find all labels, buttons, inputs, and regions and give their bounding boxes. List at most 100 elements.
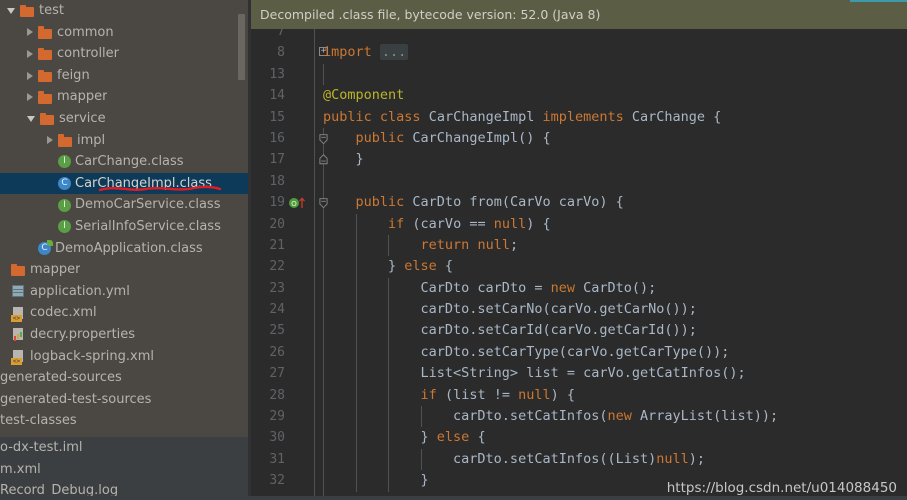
code-line[interactable]: 31 carDto.setCatInfos((List)null); (251, 448, 907, 471)
line-number: 32 (269, 473, 285, 489)
project-tree-overflow[interactable]: o-dx-test.iml m.xml Record_Debug.log (0, 437, 251, 500)
code-line[interactable]: 21 return null; (251, 234, 907, 257)
code-line[interactable]: 30 } else { (251, 427, 907, 449)
chevron-down-icon[interactable] (7, 7, 15, 14)
tree-item-label: test (39, 3, 64, 18)
line-number: 14 (269, 88, 285, 104)
tree-item[interactable]: DemoCarService.class (0, 194, 251, 216)
code-line[interactable]: 8 + import ... (251, 42, 907, 63)
tree-item-label: CarChange.class (75, 154, 184, 170)
code-lines[interactable]: 7 8 + import ... 13 14 @Component 15 public clas… (251, 29, 907, 500)
code-text: public class CarChangeImpl implements Ca… (323, 108, 722, 125)
code-text: carDto.setCatInfos(new ArrayList(list)); (323, 408, 779, 425)
tree-item[interactable]: CarChange.class (0, 151, 251, 173)
tree-item[interactable]: mapper (0, 259, 251, 281)
code-line[interactable]: 7 (251, 29, 907, 42)
chevron-right-icon[interactable] (27, 93, 33, 102)
code-line[interactable]: 14 @Component (251, 85, 907, 106)
code-line[interactable]: 13 (251, 63, 907, 86)
line-number: 13 (269, 66, 285, 82)
tree-item[interactable]: generated-test-sources (0, 389, 251, 411)
code-text: } else { (323, 429, 486, 446)
class-icon (58, 177, 71, 191)
line-number: 7 (277, 29, 285, 39)
code-line[interactable]: 26 carDto.setCarType(carVo.getCarType())… (251, 341, 907, 364)
tree-item[interactable]: m.xml (0, 459, 251, 481)
tree-item[interactable]: common (0, 22, 251, 44)
code-line[interactable]: 23 CarDto carDto = new CarDto(); (251, 277, 907, 300)
xml-file-icon (11, 349, 26, 365)
chevron-right-icon[interactable] (27, 49, 33, 58)
tree-item[interactable]: controller (0, 43, 251, 65)
line-number: 19 (269, 195, 285, 211)
tree-item[interactable]: impl (0, 130, 251, 152)
code-line[interactable]: 15 public class CarChangeImpl implements … (251, 107, 907, 128)
tree-item[interactable]: DemoApplication.class (0, 238, 251, 260)
code-line[interactable]: 29 carDto.setCatInfos(new ArrayList(list… (251, 406, 907, 428)
tree-item[interactable]: generated-sources (0, 367, 251, 389)
line-number: 20 (269, 216, 285, 232)
properties-file-icon (11, 327, 26, 342)
watermark: https://blog.csdn.net/u014088450 (666, 480, 897, 496)
code-line[interactable]: 18 (251, 170, 907, 193)
line-number: 28 (269, 387, 285, 403)
xml-file-icon (11, 306, 26, 322)
project-tool-window[interactable]: test common controller feign mapper service im… (0, 0, 251, 500)
implements-method-icon[interactable]: O (289, 197, 309, 209)
tree-item[interactable]: test (0, 0, 251, 22)
tree-item-label: mapper (30, 262, 81, 278)
code-line[interactable]: 22 } else { (251, 256, 907, 278)
chevron-right-icon[interactable] (47, 136, 53, 145)
line-number: 16 (269, 130, 285, 146)
status-bar-strip (0, 496, 907, 500)
tree-item[interactable]: feign (0, 65, 251, 87)
tree-item-label: DemoApplication.class (55, 240, 203, 256)
code-line[interactable]: 28 if (list != null) { (251, 384, 907, 407)
tree-item[interactable]: decry.properties (0, 324, 251, 346)
code-text: import ... (323, 44, 409, 61)
line-number: 25 (269, 323, 285, 339)
code-line[interactable]: 19 O public CarDto from(CarVo carVo) { (251, 192, 907, 214)
folder-icon (40, 111, 55, 126)
code-text: public CarChangeImpl() { (355, 129, 551, 146)
code-line[interactable]: 20 if (carVo == null) { (251, 213, 907, 235)
code-line[interactable]: 24 carDto.setCarNo(carVo.getCarNo()); (251, 299, 907, 321)
tree-item[interactable]: o-dx-test.iml (0, 437, 251, 459)
tree-item[interactable]: test-classes (0, 410, 251, 432)
chevron-right-icon[interactable] (27, 71, 33, 80)
line-number: 21 (269, 237, 285, 253)
tree-item-label: common (57, 24, 114, 40)
editor-pane[interactable]: Decompiled .class file, bytecode version… (251, 0, 907, 500)
folder-icon (38, 46, 53, 61)
project-tree-scrollbar[interactable] (238, 14, 245, 80)
code-text: carDto.setCarType(carVo.getCarType()); (323, 343, 730, 360)
code-line[interactable]: 25 carDto.setCarId(carVo.getCarId()); (251, 320, 907, 342)
tree-item-label: service (59, 110, 106, 126)
tree-item[interactable]: service (0, 108, 251, 130)
code-line[interactable]: 17 } (251, 149, 907, 171)
code-line[interactable]: 27 List<String> list = carVo.getCatInfos… (251, 363, 907, 385)
tree-item-label: CarChangeImpl.class (75, 175, 212, 191)
chevron-down-icon[interactable] (27, 115, 35, 122)
tree-item-selected[interactable]: CarChangeImpl.class (0, 172, 251, 195)
code-line[interactable]: 16 public CarChangeImpl() { (251, 127, 907, 150)
line-number: 26 (269, 344, 285, 360)
tree-item-label: controller (57, 46, 120, 62)
folder-icon (38, 90, 53, 105)
tree-item[interactable]: logback-spring.xml (0, 346, 251, 368)
chevron-right-icon[interactable] (27, 28, 33, 37)
tree-item-label: DemoCarService.class (75, 197, 221, 213)
line-number: 23 (269, 280, 285, 296)
code-text: List<String> list = carVo.getCatInfos(); (323, 365, 746, 382)
tree-item[interactable]: codec.xml (0, 302, 251, 324)
tree-item[interactable]: application.yml (0, 281, 251, 303)
tree-item-label: logback-spring.xml (30, 348, 154, 364)
tree-item-label: application.yml (30, 283, 130, 299)
project-tree[interactable]: test common controller feign mapper service im… (0, 0, 251, 437)
tree-item[interactable]: SerialInfoService.class (0, 216, 251, 238)
tree-item[interactable]: mapper (0, 86, 251, 108)
line-number: 18 (269, 173, 285, 189)
code-viewer[interactable]: 7 8 + import ... 13 14 @Component 15 public clas… (251, 29, 907, 500)
interface-icon (58, 155, 71, 169)
line-number: 29 (269, 409, 285, 425)
